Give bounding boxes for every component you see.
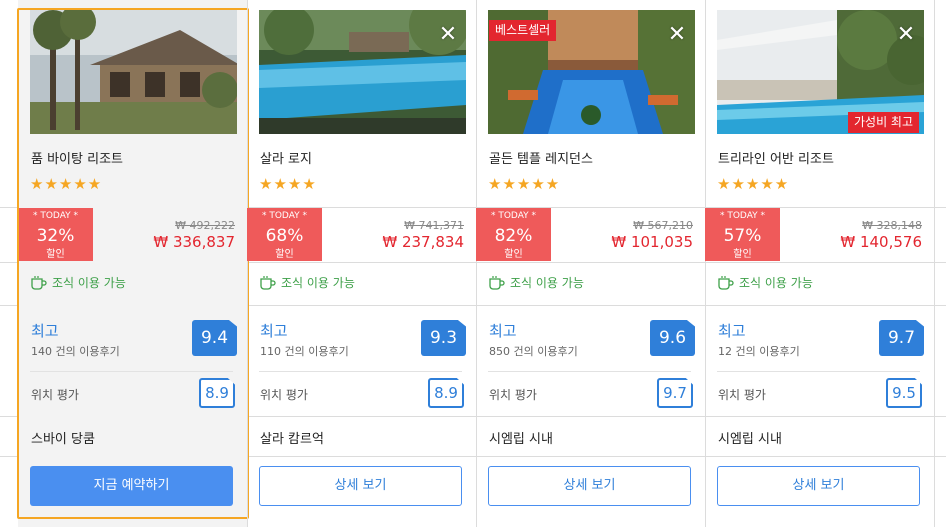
hotel-name[interactable]: 트리라인 어반 리조트	[718, 148, 834, 167]
star-rating: ★★★★★	[30, 175, 103, 193]
rating-word: 최고	[718, 322, 746, 340]
today-deal-badge: * TODAY * 68% 할인	[247, 208, 322, 261]
area-name: 시엠립 시내	[489, 432, 553, 447]
divider	[488, 371, 691, 372]
book-now-button[interactable]: 지금 예약하기	[30, 466, 233, 506]
sale-price: ₩ 101,035	[611, 233, 693, 251]
sale-price: ₩ 237,834	[382, 233, 464, 251]
breakfast-info: 조식 이용 가능	[488, 274, 584, 291]
original-price: ₩ 328,148	[862, 219, 922, 232]
sale-price: ₩ 336,837	[153, 233, 235, 251]
today-label: * TODAY *	[32, 211, 79, 221]
star-rating: ★★★★★	[717, 175, 790, 193]
review-count[interactable]: 850 건의 이용후기	[489, 343, 578, 359]
today-deal-badge: * TODAY * 32% 할인	[18, 208, 93, 261]
original-price: ₩ 741,371	[404, 219, 464, 232]
breakfast-label: 조식 이용 가능	[510, 276, 584, 290]
close-icon[interactable]: ✕	[666, 24, 688, 46]
breakfast-info: 조식 이용 가능	[259, 274, 355, 291]
hotel-name[interactable]: 골든 템플 레지던스	[489, 148, 593, 167]
review-count[interactable]: 110 건의 이용후기	[260, 343, 349, 359]
review-count[interactable]: 12 건의 이용후기	[718, 343, 800, 359]
location-score-badge: 8.9	[428, 378, 464, 408]
coffee-cup-icon	[489, 275, 505, 290]
breakfast-info: 조식 이용 가능	[717, 274, 813, 291]
today-deal-badge: * TODAY * 57% 할인	[705, 208, 780, 261]
location-score-badge: 8.9	[199, 378, 235, 408]
review-score-badge: 9.4	[192, 320, 237, 356]
today-label: * TODAY *	[719, 211, 766, 221]
hotel-photo[interactable]	[259, 10, 466, 134]
original-price: ₩ 567,210	[633, 219, 693, 232]
discount-suffix: 할인	[504, 249, 523, 260]
bestseller-tag: 베스트셀러	[489, 20, 557, 41]
discount-suffix: 할인	[275, 249, 294, 260]
area-name: 스바이 당쿰	[31, 432, 95, 447]
discount-suffix: 할인	[733, 249, 752, 260]
today-label: * TODAY *	[261, 211, 308, 221]
breakfast-label: 조식 이용 가능	[739, 276, 813, 290]
hotel-name[interactable]: 품 바이탕 리조트	[31, 148, 123, 167]
original-price: ₩ 492,222	[175, 219, 235, 232]
coffee-cup-icon	[718, 275, 734, 290]
column-divider	[934, 0, 935, 527]
today-label: * TODAY *	[490, 211, 537, 221]
view-details-button[interactable]: 상세 보기	[488, 466, 691, 506]
area-name: 살라 캄르억	[260, 432, 324, 447]
review-score-badge: 9.3	[421, 320, 466, 356]
location-label: 위치 평가	[31, 388, 79, 402]
rating-word: 최고	[31, 322, 59, 340]
hotel-card-3[interactable]: 베스트셀러 ✕ 골든 템플 레지던스 ★★★★★ * TODAY * 82% 할…	[476, 0, 705, 527]
hotel-card-2[interactable]: ✕ 살라 로지 ★★★★ * TODAY * 68% 할인 ₩ 741,371 …	[247, 0, 476, 527]
best-value-tag: 가성비 최고	[848, 112, 920, 133]
discount-percent: 68%	[265, 226, 304, 246]
discount-percent: 82%	[494, 226, 533, 246]
discount-percent: 32%	[36, 226, 75, 246]
hotel-name[interactable]: 살라 로지	[260, 148, 312, 167]
divider	[259, 371, 462, 372]
breakfast-info: 조식 이용 가능	[30, 274, 126, 291]
star-rating: ★★★★★	[488, 175, 561, 193]
review-count[interactable]: 140 건의 이용후기	[31, 343, 120, 359]
location-label: 위치 평가	[260, 388, 308, 402]
view-details-button[interactable]: 상세 보기	[259, 466, 462, 506]
divider	[30, 371, 233, 372]
location-score-badge: 9.7	[657, 378, 693, 408]
sale-price: ₩ 140,576	[840, 233, 922, 251]
divider	[717, 371, 920, 372]
coffee-cup-icon	[260, 275, 276, 290]
discount-percent: 57%	[723, 226, 762, 246]
breakfast-label: 조식 이용 가능	[52, 276, 126, 290]
location-score-badge: 9.5	[886, 378, 922, 408]
rating-word: 최고	[260, 322, 288, 340]
review-score-badge: 9.6	[650, 320, 695, 356]
hotel-card-4[interactable]: 가성비 최고 ✕ 트리라인 어반 리조트 ★★★★★ * TODAY * 57%…	[705, 0, 934, 527]
hotel-card-1[interactable]: 품 바이탕 리조트 ★★★★★ * TODAY * 32% 할인 ₩ 492,2…	[18, 0, 247, 527]
rating-word: 최고	[489, 322, 517, 340]
location-label: 위치 평가	[718, 388, 766, 402]
today-deal-badge: * TODAY * 82% 할인	[476, 208, 551, 261]
star-rating: ★★★★	[259, 175, 317, 193]
location-label: 위치 평가	[489, 388, 537, 402]
coffee-cup-icon	[31, 275, 47, 290]
breakfast-label: 조식 이용 가능	[281, 276, 355, 290]
hotel-photo[interactable]	[30, 10, 237, 134]
view-details-button[interactable]: 상세 보기	[717, 466, 920, 506]
review-score-badge: 9.7	[879, 320, 924, 356]
close-icon[interactable]: ✕	[437, 24, 459, 46]
area-name: 시엠립 시내	[718, 432, 782, 447]
discount-suffix: 할인	[46, 249, 65, 260]
close-icon[interactable]: ✕	[895, 24, 917, 46]
